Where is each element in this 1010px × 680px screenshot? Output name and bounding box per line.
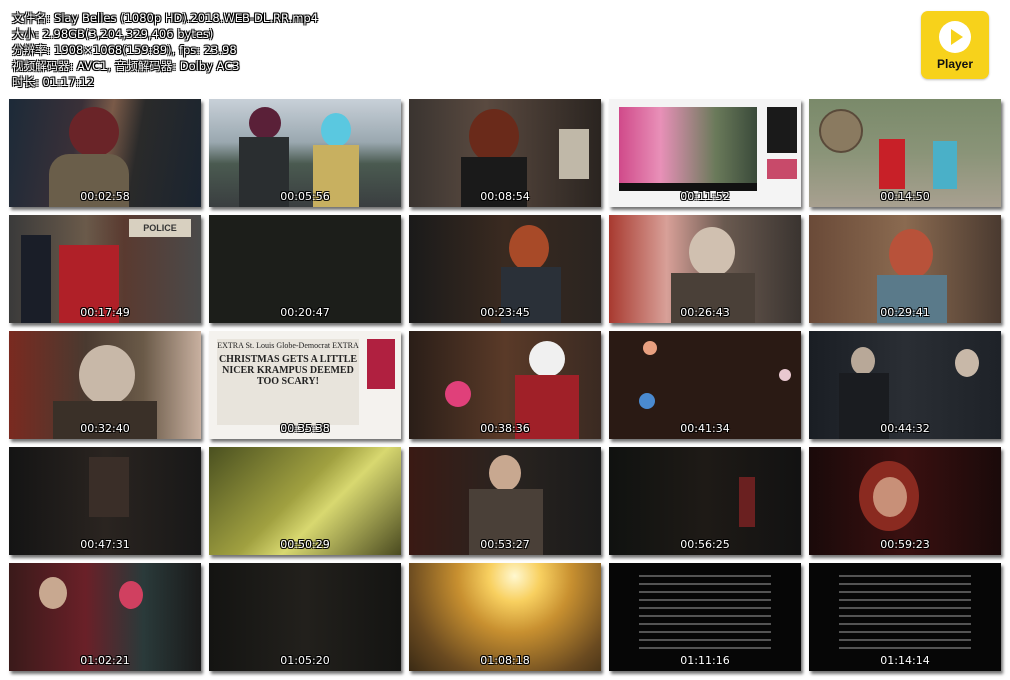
- thumbnail[interactable]: 01:02:21: [9, 563, 201, 671]
- timestamp: 00:50:29: [280, 538, 330, 551]
- timestamp: 00:56:25: [680, 538, 730, 551]
- timestamp: 00:11:52: [680, 190, 730, 203]
- thumbnail[interactable]: 00:56:25: [609, 447, 801, 555]
- timestamp: 01:05:20: [280, 654, 330, 667]
- duration-line: 时长: 01:17:12: [12, 75, 95, 89]
- timestamp: 00:23:45: [480, 306, 530, 319]
- police-sign: POLICE: [129, 219, 191, 237]
- thumbnail[interactable]: 00:20:47: [209, 215, 401, 323]
- timestamp: 00:20:47: [280, 306, 330, 319]
- thumbnail[interactable]: 00:02:58: [9, 99, 201, 207]
- timestamp: 01:11:16: [680, 654, 730, 667]
- timestamp: 00:35:38: [280, 422, 330, 435]
- player-logo: Player: [921, 11, 989, 79]
- thumbnail[interactable]: 00:41:34: [609, 331, 801, 439]
- timestamp: 00:02:58: [80, 190, 130, 203]
- timestamp: 00:29:41: [880, 306, 930, 319]
- thumbnail[interactable]: POLICE 00:17:49: [9, 215, 201, 323]
- newspaper-masthead: EXTRA St. Louis Globe-Democrat EXTRA: [217, 341, 359, 350]
- thumbnail[interactable]: 01:11:16: [609, 563, 801, 671]
- thumbnail[interactable]: 00:29:41: [809, 215, 1001, 323]
- file-info-panel: 文件名: Slay Belles (1080p HD).2018.WEB-DL.…: [12, 10, 318, 90]
- timestamp: 00:53:27: [480, 538, 530, 551]
- timestamp: 00:32:40: [80, 422, 130, 435]
- credits-text: [639, 569, 771, 655]
- timestamp: 00:41:34: [680, 422, 730, 435]
- timestamp: 00:26:43: [680, 306, 730, 319]
- filesize-line: 大小: 2.98GB(3,204,329,406 bytes): [12, 27, 214, 41]
- logo-label: Player: [936, 57, 974, 71]
- thumbnail[interactable]: 01:05:20: [209, 563, 401, 671]
- thumbnail[interactable]: 00:47:31: [9, 447, 201, 555]
- newspaper-headline: CHRISTMAS GETS A LITTLE NICER KRAMPUS DE…: [218, 354, 358, 387]
- timestamp: 01:08:18: [480, 654, 530, 667]
- filename-line: 文件名: Slay Belles (1080p HD).2018.WEB-DL.…: [12, 11, 319, 25]
- thumbnail[interactable]: 00:08:54: [409, 99, 601, 207]
- thumbnail[interactable]: 00:50:29: [209, 447, 401, 555]
- thumbnail[interactable]: 00:14:50: [809, 99, 1001, 207]
- timestamp: 00:38:36: [480, 422, 530, 435]
- timestamp: 00:17:49: [80, 306, 130, 319]
- timestamp: 00:08:54: [480, 190, 530, 203]
- thumbnail[interactable]: 00:05:56: [209, 99, 401, 207]
- thumbnail[interactable]: 01:08:18: [409, 563, 601, 671]
- resolution-line: 分辨率: 1908×1068(159:89), fps: 23.98: [12, 43, 237, 57]
- thumbnail[interactable]: 00:23:45: [409, 215, 601, 323]
- timestamp: 00:59:23: [880, 538, 930, 551]
- timestamp: 00:14:50: [880, 190, 930, 203]
- timestamp: 01:14:14: [880, 654, 930, 667]
- thumbnail[interactable]: 00:26:43: [609, 215, 801, 323]
- timestamp: 00:47:31: [80, 538, 130, 551]
- thumbnail[interactable]: 00:32:40: [9, 331, 201, 439]
- timestamp: 01:02:21: [80, 654, 130, 667]
- thumbnail[interactable]: 00:59:23: [809, 447, 1001, 555]
- thumbnail[interactable]: EXTRA St. Louis Globe-Democrat EXTRA CHR…: [209, 331, 401, 439]
- thumbnail-grid: 00:02:58 00:05:56 00:08:54 00:11:52 00:1…: [9, 99, 1001, 671]
- play-icon: [939, 21, 971, 53]
- timestamp: 00:05:56: [280, 190, 330, 203]
- newspaper: EXTRA St. Louis Globe-Democrat EXTRA CHR…: [217, 339, 359, 425]
- timestamp: 00:44:32: [880, 422, 930, 435]
- thumbnail[interactable]: 00:53:27: [409, 447, 601, 555]
- thumbnail[interactable]: 00:38:36: [409, 331, 601, 439]
- credits-text: [839, 569, 971, 655]
- codec-line: 视频解码器: AVC1, 音频解码器: Dolby AC3: [12, 59, 240, 73]
- thumbnail[interactable]: 00:44:32: [809, 331, 1001, 439]
- thumbnail[interactable]: 01:14:14: [809, 563, 1001, 671]
- thumbnail[interactable]: 00:11:52: [609, 99, 801, 207]
